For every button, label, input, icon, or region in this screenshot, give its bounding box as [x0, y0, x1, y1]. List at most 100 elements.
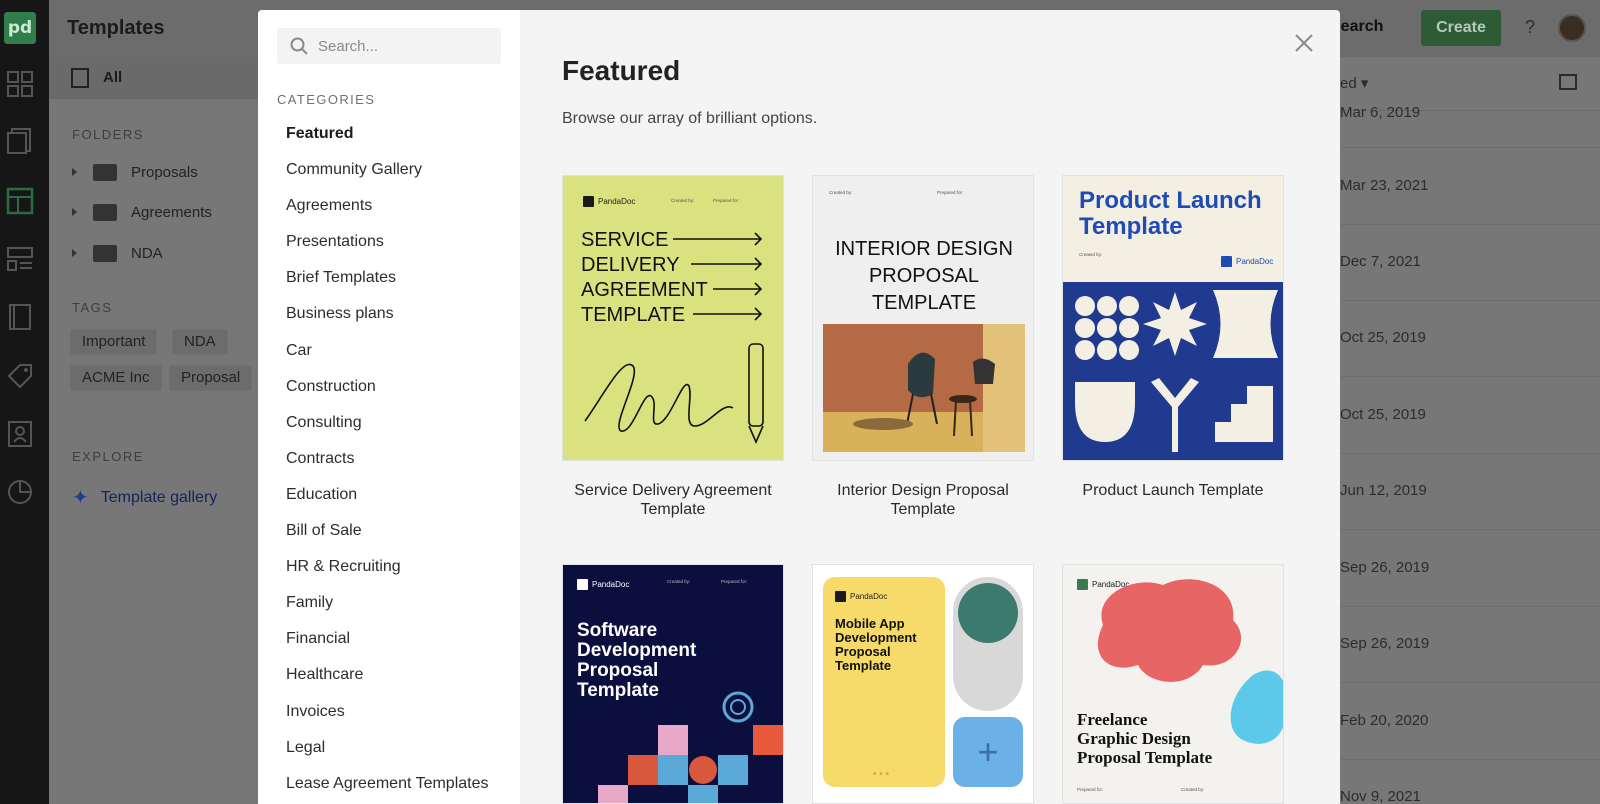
section-title: Featured	[562, 55, 681, 86]
avatar[interactable]	[1558, 14, 1586, 42]
folder-label: NDA	[131, 244, 163, 262]
template-thumbnail[interactable]: PandaDoc Created by: Prepared for: Softw…	[562, 564, 784, 804]
table-row[interactable]: Mar 23, 2021	[1340, 149, 1600, 225]
category-hr-recruiting[interactable]: HR & Recruiting	[286, 556, 489, 592]
interior-photo-art	[823, 324, 1025, 452]
category-healthcare[interactable]: Healthcare	[286, 664, 489, 700]
template-thumbnail[interactable]: Product Launch Template Created by: Pand…	[1062, 175, 1284, 461]
tag-icon[interactable]	[6, 362, 34, 390]
created-by-block: Created by:	[667, 579, 690, 585]
category-featured[interactable]: Featured	[286, 123, 489, 159]
template-card-freelance-graphic-design[interactable]: PandaDoc Freelance Graphic Design Propos…	[1062, 564, 1284, 804]
template-caption[interactable]: Service Delivery Agreement Template	[562, 481, 784, 519]
template-thumbnail[interactable]: Created by: Prepared for: INTERIOR DESIG…	[812, 175, 1034, 461]
contacts-icon[interactable]	[6, 420, 34, 448]
category-business-plans[interactable]: Business plans	[286, 303, 489, 339]
create-button[interactable]: Create	[1421, 10, 1501, 46]
template-gallery-link[interactable]: ✦ Template gallery	[72, 485, 217, 510]
date-cell: Sep 26, 2019	[1340, 559, 1430, 576]
category-construction[interactable]: Construction	[286, 376, 489, 412]
reports-icon[interactable]	[6, 478, 34, 506]
table-row[interactable]: Sep 26, 2019	[1340, 607, 1600, 683]
template-card-service-delivery[interactable]: PandaDoc Created by: Prepared for: SERVI…	[562, 175, 784, 519]
nav-all-documents[interactable]: All	[49, 57, 259, 99]
template-card-software-development[interactable]: PandaDoc Created by: Prepared for: Softw…	[562, 564, 784, 804]
template-card-product-launch[interactable]: Product Launch Template Created by: Pand…	[1062, 175, 1284, 500]
table-row[interactable]: Nov 9, 2021	[1340, 760, 1600, 804]
folder-label: Proposals	[131, 163, 198, 181]
categories-heading: CATEGORIES	[277, 92, 376, 107]
folder-item[interactable]: NDA	[72, 242, 163, 264]
pandadoc-logo: PandaDoc	[1221, 256, 1273, 267]
table-row[interactable]: Jun 12, 2019	[1340, 454, 1600, 530]
template-content-area: Featured Browse our array of brilliant o…	[520, 10, 1340, 804]
template-thumbnail[interactable]: PandaDoc Freelance Graphic Design Propos…	[1062, 564, 1284, 804]
help-icon[interactable]: ?	[1525, 17, 1535, 38]
documents-icon[interactable]	[6, 127, 34, 155]
category-brief-templates[interactable]: Brief Templates	[286, 267, 489, 303]
tag-chip[interactable]: Important	[70, 329, 158, 355]
template-caption[interactable]: Interior Design Proposal Template	[812, 481, 1034, 519]
catalog-icon[interactable]	[6, 245, 34, 273]
cover-line: TEMPLATE	[871, 292, 977, 314]
table-row[interactable]: Feb 20, 2020	[1340, 684, 1600, 760]
category-bill-of-sale[interactable]: Bill of Sale	[286, 520, 489, 556]
category-invoices[interactable]: Invoices	[286, 701, 489, 737]
cover-line: Proposal Template	[1077, 748, 1213, 767]
expand-arrow-icon[interactable]	[72, 249, 77, 257]
tag-chip[interactable]: ACME Inc	[70, 365, 162, 391]
created-by-label: Created by:	[1181, 787, 1205, 792]
category-presentations[interactable]: Presentations	[286, 231, 489, 267]
category-agreements[interactable]: Agreements	[286, 195, 489, 231]
table-row[interactable]: Oct 25, 2019	[1340, 301, 1600, 377]
yellow-card-art	[823, 577, 945, 787]
template-thumbnail[interactable]: PandaDoc Mobile App Development Proposal…	[812, 564, 1034, 804]
category-education[interactable]: Education	[286, 484, 489, 520]
category-legal[interactable]: Legal	[286, 737, 489, 773]
search-input[interactable]	[318, 37, 488, 55]
template-card-mobile-app[interactable]: PandaDoc Mobile App Development Proposal…	[812, 564, 1034, 804]
expand-arrow-icon[interactable]	[72, 168, 77, 176]
dashboard-icon[interactable]	[6, 70, 34, 98]
prepared-for-label: Prepared for:	[721, 579, 748, 584]
template-caption[interactable]: Product Launch Template	[1062, 481, 1284, 500]
date-cell: Mar 6, 2019	[1340, 104, 1421, 121]
pandadoc-logo[interactable]: pd	[4, 12, 36, 44]
created-by-label: Created by:	[1079, 252, 1103, 257]
table-row[interactable]: Sep 26, 2019	[1340, 531, 1600, 607]
expand-arrow-icon[interactable]	[72, 208, 77, 216]
tag-chip[interactable]: Proposal	[169, 365, 253, 391]
category-lease-agreement-templates[interactable]: Lease Agreement Templates	[286, 773, 489, 804]
folder-icon	[93, 163, 117, 181]
cover-line: Proposal	[835, 644, 891, 659]
brand-text: PandaDoc	[1236, 257, 1274, 266]
table-row[interactable]: Mar 6, 2019	[1340, 72, 1600, 148]
table-row[interactable]: Oct 25, 2019	[1340, 378, 1600, 454]
cover-title: INTERIOR DESIGN PROPOSAL TEMPLATE	[813, 236, 1033, 317]
nav-all-label: All	[103, 69, 123, 86]
template-thumbnail[interactable]: PandaDoc Created by: Prepared for: SERVI…	[562, 175, 784, 461]
template-gallery-label: Template gallery	[100, 488, 218, 506]
tag-chip[interactable]: NDA	[172, 329, 228, 355]
template-card-interior-design[interactable]: Created by: Prepared for: INTERIOR DESIG…	[812, 175, 1034, 519]
cover-line: Mobile App	[835, 616, 905, 631]
prepared-for-label: Prepared for:	[1077, 787, 1104, 792]
close-icon[interactable]	[1292, 31, 1316, 55]
folder-item[interactable]: Proposals	[72, 161, 198, 183]
category-community-gallery[interactable]: Community Gallery	[286, 159, 489, 195]
created-by-block: Created by:	[1079, 252, 1102, 258]
date-cell: Oct 25, 2019	[1340, 329, 1426, 346]
category-family[interactable]: Family	[286, 592, 489, 628]
category-contracts[interactable]: Contracts	[286, 448, 489, 484]
table-row[interactable]: Dec 7, 2021	[1340, 225, 1600, 301]
cover-line: Development	[577, 640, 697, 661]
content-library-icon[interactable]	[6, 303, 34, 331]
category-car[interactable]: Car	[286, 340, 489, 376]
templates-icon[interactable]	[6, 187, 34, 215]
folder-item[interactable]: Agreements	[72, 201, 212, 223]
category-financial[interactable]: Financial	[286, 628, 489, 664]
cover-line: Template	[835, 658, 892, 673]
category-consulting[interactable]: Consulting	[286, 412, 489, 448]
search-box[interactable]	[277, 28, 501, 64]
pandadoc-logo: PandaDoc	[577, 579, 629, 590]
